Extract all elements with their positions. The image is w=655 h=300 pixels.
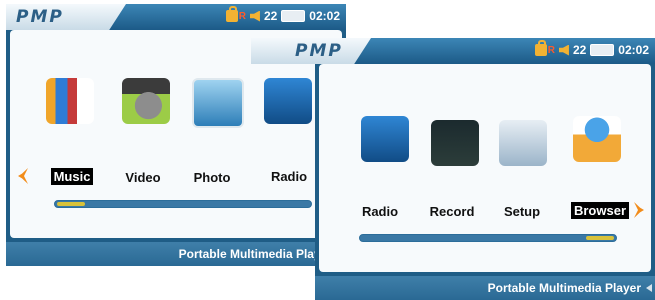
- photo-icon[interactable]: [192, 78, 244, 128]
- menu-panel: Radio Record Setup Browser: [319, 64, 651, 272]
- tagline: Portable Multimedia Player: [487, 281, 641, 295]
- record-indicator-icon: R: [547, 44, 555, 56]
- menu-progress-bar: [54, 200, 312, 208]
- video-icon[interactable]: [122, 78, 170, 124]
- radio-icon[interactable]: [361, 116, 409, 162]
- menu-item-video[interactable]: Video: [108, 170, 178, 185]
- bottom-bar: Portable Multimedia Player: [6, 242, 346, 266]
- menu-progress-bar: [359, 234, 617, 242]
- radio-icon[interactable]: [264, 78, 312, 124]
- speaker-icon: [558, 44, 569, 56]
- menu-item-setup[interactable]: Setup: [487, 204, 557, 219]
- logo-tab: PMP: [6, 4, 126, 30]
- volume-level: 22: [572, 43, 587, 57]
- scroll-right-arrow-icon[interactable]: [634, 202, 644, 218]
- pmp-logo: PMP: [16, 7, 64, 27]
- top-status-bar: PMP R 22 02:02: [6, 4, 346, 30]
- menu-item-music[interactable]: Music: [37, 168, 107, 185]
- scroll-left-arrow-icon[interactable]: [18, 168, 28, 184]
- status-area: R 22 02:02: [534, 40, 649, 57]
- menu-item-radio[interactable]: Radio: [345, 204, 415, 219]
- browser-icon[interactable]: [573, 116, 621, 162]
- setup-icon[interactable]: [499, 120, 547, 166]
- menu-item-photo[interactable]: Photo: [177, 170, 247, 185]
- pmp-logo: PMP: [295, 41, 343, 61]
- speaker-icon: [249, 10, 260, 22]
- logo-tab: PMP: [251, 38, 371, 64]
- record-icon[interactable]: [431, 120, 479, 166]
- menu-item-browser[interactable]: Browser: [565, 202, 635, 219]
- clock-time: 02:02: [309, 9, 340, 23]
- record-indicator-icon: R: [238, 10, 246, 22]
- clock-time: 02:02: [618, 43, 649, 57]
- music-icon[interactable]: [46, 78, 94, 124]
- top-status-bar: PMP R 22 02:02: [251, 38, 655, 64]
- volume-level: 22: [263, 9, 278, 23]
- tagline: Portable Multimedia Player: [178, 247, 332, 261]
- status-area: R 22 02:02: [225, 6, 340, 23]
- bottom-bar: Portable Multimedia Player: [315, 276, 655, 300]
- battery-icon: [590, 44, 615, 56]
- lock-icon: [534, 40, 547, 56]
- tagline-arrow-icon: [646, 284, 652, 292]
- pmp-screen-main-menu-page-2: PMP R 22 02:02 Radio Record Setup Browse…: [251, 38, 655, 300]
- menu-item-record[interactable]: Record: [417, 204, 487, 219]
- lock-icon: [225, 6, 238, 22]
- menu-item-radio[interactable]: Radio: [254, 169, 324, 184]
- menu-progress-fill: [57, 202, 85, 206]
- battery-icon: [281, 10, 306, 22]
- menu-progress-fill: [586, 236, 614, 240]
